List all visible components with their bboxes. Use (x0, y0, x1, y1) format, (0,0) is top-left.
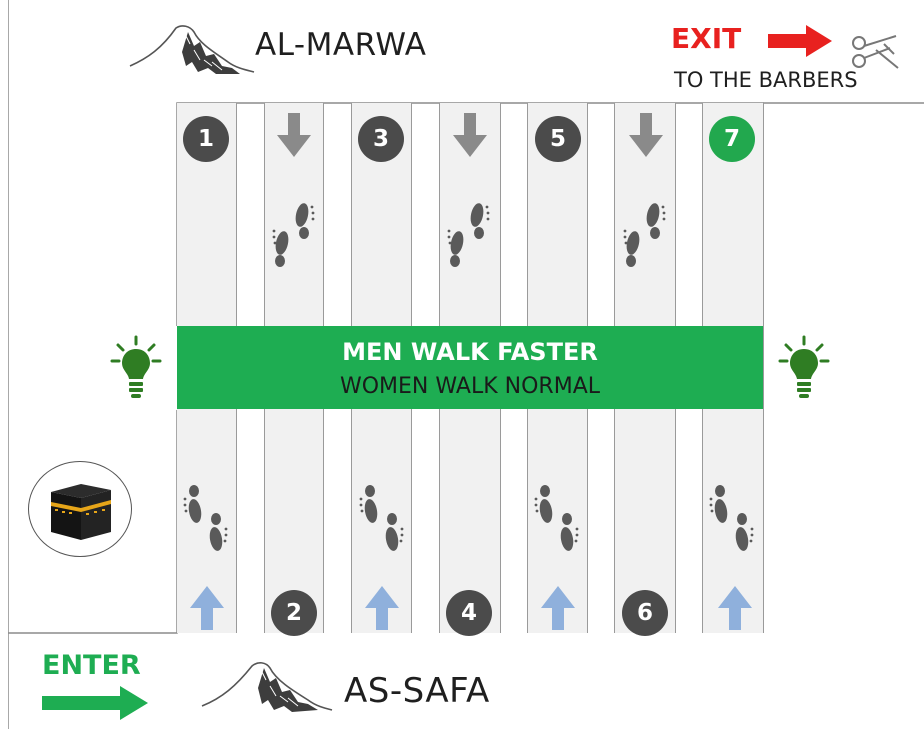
enter-arrow-icon (42, 686, 148, 720)
lap-marker-5: 5 (535, 116, 581, 162)
enter-label: ENTER (42, 650, 141, 681)
footprints-icon (272, 203, 315, 267)
exit-arrow-icon (768, 25, 832, 57)
footprints-icon (534, 485, 579, 551)
up-arrow-icon (190, 586, 224, 630)
light-bulb-icon (778, 335, 830, 398)
down-arrow-icon (453, 113, 487, 157)
footprints-icon (709, 485, 754, 551)
mountain-icon (201, 662, 333, 712)
banner-men-text: MEN WALK FASTER (342, 338, 598, 366)
lap-marker-3: 3 (358, 116, 404, 162)
footprints-icon (447, 203, 490, 267)
lap-marker-2: 2 (271, 590, 317, 636)
lap-marker-6: 6 (622, 590, 668, 636)
up-arrow-icon (365, 586, 399, 630)
footprints-icon (623, 203, 666, 267)
lap-marker-1: 1 (183, 116, 229, 162)
kaaba-icon (51, 484, 111, 540)
footprints-icon (183, 485, 228, 551)
up-arrow-icon (718, 586, 752, 630)
exit-label: EXIT (671, 22, 742, 55)
marwa-label: AL-MARWA (255, 27, 427, 63)
up-arrow-icon (541, 586, 575, 630)
lap-marker-4: 4 (446, 590, 492, 636)
kaaba-badge (28, 461, 132, 557)
safa-label: AS-SAFA (344, 671, 490, 711)
footprints-icon (359, 485, 404, 551)
barbers-label: TO THE BARBERS (674, 68, 858, 92)
green-lights-banner: MEN WALK FASTER WOMEN WALK NORMAL (177, 326, 763, 409)
banner-women-text: WOMEN WALK NORMAL (339, 374, 601, 399)
light-bulb-icon (110, 335, 162, 398)
lane-divider (763, 103, 764, 633)
down-arrow-icon (277, 113, 311, 157)
mountain-icon (129, 25, 255, 74)
lap-marker-7: 7 (709, 116, 755, 162)
down-arrow-icon (629, 113, 663, 157)
